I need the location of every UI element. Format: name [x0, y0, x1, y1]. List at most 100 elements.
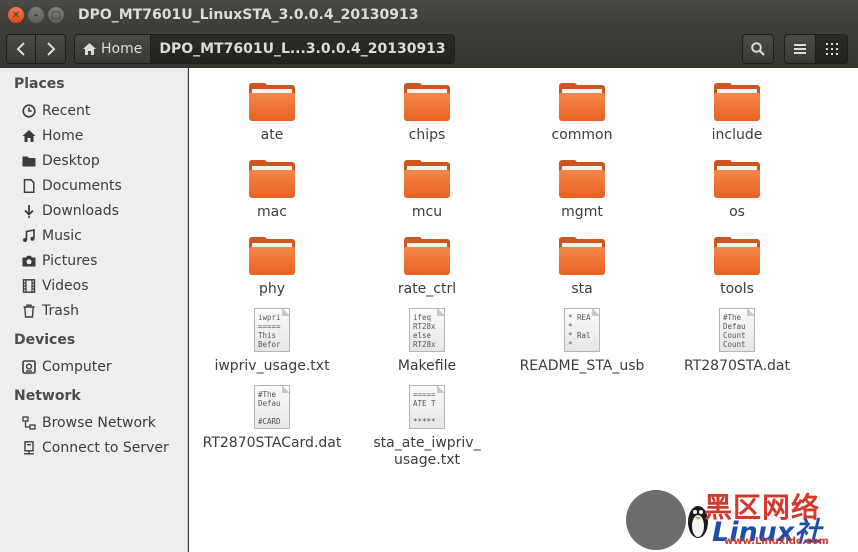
breadcrumb-current-label: DPO_MT7601U_L...3.0.0.4_20130913 [159, 41, 446, 57]
file-label: ate [260, 127, 284, 143]
search-icon [751, 42, 765, 56]
music-icon [23, 229, 35, 242]
file-item-readme[interactable]: * REA * * Ral * README_STA_usb [507, 308, 657, 375]
download-icon [24, 205, 34, 218]
back-button[interactable] [6, 34, 36, 64]
chevron-right-icon [46, 42, 55, 56]
sidebar-item-label: Pictures [42, 253, 98, 269]
devices-header: Devices [14, 332, 76, 348]
sidebar-item-label: Home [42, 128, 84, 144]
close-window-button[interactable]: ✕ [8, 7, 24, 23]
grid-view-button[interactable] [816, 34, 848, 64]
sidebar-item-connect-server[interactable]: Connect to Server [22, 440, 169, 456]
breadcrumb-home[interactable]: Home [74, 34, 152, 64]
sidebar-item-home[interactable]: Home [22, 128, 83, 144]
folder-icon [404, 83, 450, 121]
sidebar-item-recent[interactable]: Recent [22, 103, 90, 119]
folder-icon [559, 237, 605, 275]
text-file-icon: #The Defau Count Count [719, 308, 755, 352]
toolbar: Home DPO_MT7601U_L...3.0.0.4_20130913 [0, 30, 858, 68]
forward-button[interactable] [36, 34, 66, 64]
sidebar: Places Recent Home Desktop Documents Dow… [0, 68, 188, 552]
sidebar-item-downloads[interactable]: Downloads [22, 203, 119, 219]
document-icon [23, 179, 35, 193]
harddisk-icon [22, 360, 36, 374]
file-label: mgmt [561, 204, 603, 220]
file-label: RT2870STACard.dat [202, 435, 342, 451]
network-header: Network [14, 388, 81, 404]
file-label: chips [408, 127, 446, 143]
sidebar-item-trash[interactable]: Trash [22, 303, 79, 319]
camera-icon [22, 255, 36, 267]
home-icon [22, 130, 36, 142]
file-label: mac [257, 204, 287, 220]
file-item-tools[interactable]: tools [662, 237, 812, 298]
folder-icon [559, 83, 605, 121]
folder-icon [404, 160, 450, 198]
sidebar-item-label: Connect to Server [42, 440, 169, 456]
file-item-rt2870stacard-dat[interactable]: #The Defau #CARD RT2870STACard.dat [197, 385, 347, 452]
file-item-include[interactable]: include [662, 83, 812, 144]
text-file-icon: * REA * * Ral * [564, 308, 600, 352]
file-label: common [551, 127, 613, 143]
file-item-sta-ate-iwpriv-usage[interactable]: ===== ATE T ***** sta_ate_iwpriv_ usage.… [352, 385, 502, 469]
file-item-mac[interactable]: mac [197, 160, 347, 221]
places-header: Places [14, 76, 65, 92]
text-file-icon: ifeq RT28x else RT28x [409, 308, 445, 352]
file-item-chips[interactable]: chips [352, 83, 502, 144]
folder-icon [714, 160, 760, 198]
sidebar-item-music[interactable]: Music [22, 228, 82, 244]
sidebar-item-label: Recent [42, 103, 91, 119]
sidebar-item-label: Trash [42, 303, 79, 319]
grid-icon [825, 43, 838, 55]
network-icon [22, 416, 36, 430]
list-view-button[interactable] [784, 34, 816, 64]
sidebar-item-browse-network[interactable]: Browse Network [22, 415, 156, 431]
breadcrumb: Home DPO_MT7601U_L...3.0.0.4_20130913 [74, 34, 455, 64]
list-icon [794, 44, 806, 54]
breadcrumb-home-label: Home [101, 41, 143, 57]
breadcrumb-current[interactable]: DPO_MT7601U_L...3.0.0.4_20130913 [151, 34, 455, 64]
file-label: Makefile [397, 358, 457, 374]
folder-icon [249, 160, 295, 198]
file-item-ate[interactable]: ate [197, 83, 347, 144]
sidebar-item-videos[interactable]: Videos [22, 278, 89, 294]
file-label: tools [720, 281, 754, 297]
file-label: mcu [411, 204, 443, 220]
file-label: include [711, 127, 763, 143]
file-item-os[interactable]: os [662, 160, 812, 221]
sidebar-item-label: Desktop [42, 153, 100, 169]
file-item-phy[interactable]: phy [197, 237, 347, 298]
window-title: DPO_MT7601U_LinuxSTA_3.0.0.4_20130913 [78, 7, 419, 23]
text-file-icon: ===== ATE T ***** [409, 385, 445, 429]
sidebar-item-label: Music [42, 228, 82, 244]
server-icon [24, 441, 34, 455]
file-label: RT2870STA.dat [684, 358, 790, 374]
sidebar-item-documents[interactable]: Documents [22, 178, 122, 194]
folder-icon [22, 156, 36, 167]
file-item-sta[interactable]: sta [507, 237, 657, 298]
sidebar-item-computer[interactable]: Computer [22, 359, 112, 375]
file-item-makefile[interactable]: ifeq RT28x else RT28x Makefile [352, 308, 502, 375]
search-button[interactable] [742, 34, 774, 64]
file-label: rate_ctrl [397, 281, 457, 297]
text-file-icon: iwpri ===== This Befor [254, 308, 290, 352]
watermark-logo: 黑区网络 Linux社 www.Linuxidc.com [626, 484, 858, 552]
file-item-rt2870sta-dat[interactable]: #The Defau Count Count RT2870STA.dat [662, 308, 812, 375]
maximize-window-button[interactable]: □ [48, 7, 64, 23]
chevron-left-icon [16, 42, 25, 56]
minimize-window-button[interactable]: – [28, 7, 44, 23]
history-nav [6, 34, 66, 64]
home-icon [83, 43, 96, 55]
sidebar-item-pictures[interactable]: Pictures [22, 253, 97, 269]
file-item-common[interactable]: common [507, 83, 657, 144]
sidebar-item-desktop[interactable]: Desktop [22, 153, 100, 169]
file-item-mcu[interactable]: mcu [352, 160, 502, 221]
file-item-mgmt[interactable]: mgmt [507, 160, 657, 221]
folder-icon [714, 83, 760, 121]
file-item-iwpriv-usage[interactable]: iwpri ===== This Befor iwpriv_usage.txt [197, 308, 347, 375]
watermark-line3: www.Linuxidc.com [724, 536, 829, 547]
file-label: phy [258, 281, 286, 297]
sidebar-item-label: Documents [42, 178, 122, 194]
file-item-rate-ctrl[interactable]: rate_ctrl [352, 237, 502, 298]
